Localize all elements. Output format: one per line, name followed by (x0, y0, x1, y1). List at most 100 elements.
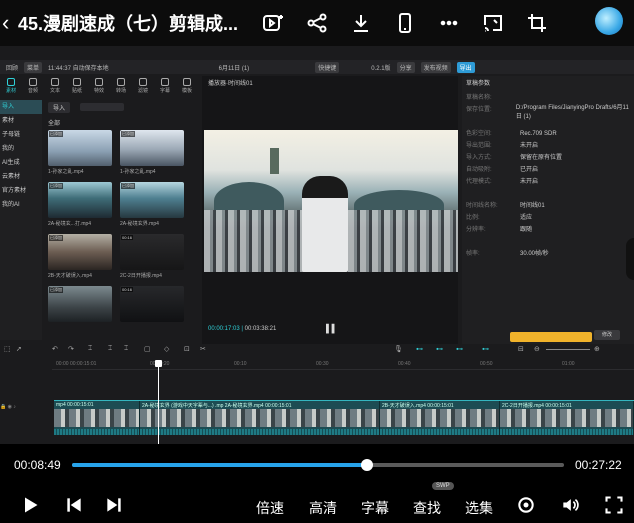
share-icon[interactable] (302, 8, 332, 38)
video-plus-icon[interactable] (258, 8, 288, 38)
zoom-in-icon[interactable]: ⊕ (594, 345, 600, 353)
tab-transitions[interactable]: 转场 (110, 76, 132, 96)
volume-icon[interactable] (560, 495, 580, 520)
split-right-icon[interactable]: ⌶ (124, 345, 128, 353)
player-controls: 倍速 高清 字幕 查找 SWP 选集 (0, 482, 634, 523)
autosave-status: 11:44:37 自动保存本地 (48, 65, 109, 72)
speed-button[interactable]: 倍速 (256, 498, 284, 518)
import-button[interactable]: 导入 (48, 101, 71, 113)
menu-item-publish[interactable]: 发布视频 (420, 61, 451, 73)
menu-item-menu[interactable]: 菜单 (24, 61, 43, 73)
fullscreen-icon[interactable] (604, 495, 624, 520)
sidenav-item-my-ai[interactable]: 我的AI (0, 198, 42, 212)
timeline-clip[interactable]: 2B-天才破误入.mp4 00:00:15:01 (380, 401, 500, 435)
menu-item-version: 0.2.1版 (371, 65, 391, 72)
timeline-toolbar: ⬚ ➚ ↶ ↷ ⌶ ⌶ ⌶ ▢ ◇ ⊡ ✂ 🎙 ⊷ ⊷ ⊷ ⊷ ⊟ ⊖ ⊕ (0, 344, 634, 356)
mic-icon[interactable]: 🎙 (394, 345, 403, 353)
media-clip[interactable]: 已添加 2B-天才破误入.mp4 (48, 234, 114, 282)
search-button[interactable]: 查找 (413, 498, 441, 518)
tab-text[interactable]: 文本 (44, 76, 66, 96)
menu-item-review[interactable]: 回顾 (6, 63, 18, 72)
media-clip[interactable]: 已添加 2A-秘境玄界.mp4 (120, 182, 186, 230)
target-icon[interactable] (516, 495, 536, 520)
tab-audio[interactable]: 音频 (22, 76, 44, 96)
side-scroll-handle[interactable] (626, 238, 634, 280)
next-icon[interactable] (104, 495, 124, 520)
marker-icon[interactable]: ◇ (164, 345, 169, 353)
subtitle-button[interactable]: 字幕 (361, 498, 389, 518)
tab-stickers[interactable]: 贴纸 (66, 76, 88, 96)
lock-icon[interactable]: 🔒 (0, 404, 6, 410)
media-clip[interactable]: 已添加 1-孙家之乱.mp4 (48, 130, 114, 178)
filter-all[interactable]: 全部 (48, 118, 198, 127)
episodes-button[interactable]: 选集 (465, 498, 493, 518)
video-editor-frame: 回顾 菜单 11:44:37 自动保存本地 6月11日 (1) 快捷键 0.2.… (0, 46, 634, 444)
redo-icon[interactable]: ↷ (68, 345, 74, 353)
sidenav-item-child-link[interactable]: 子母链 (0, 128, 42, 142)
preview-video[interactable] (204, 130, 458, 272)
play-icon[interactable] (20, 495, 40, 520)
snap-icon[interactable]: ⊷ (436, 345, 443, 353)
sidenav-item-mine[interactable]: 我的 (0, 142, 42, 156)
crop-icon[interactable] (522, 8, 552, 38)
split-icon[interactable]: ⌶ (88, 345, 92, 353)
clip-thumbnail: 00:16 (120, 234, 184, 270)
clip-name (48, 322, 114, 334)
download-icon[interactable] (346, 8, 376, 38)
avatar[interactable] (595, 7, 623, 35)
media-clip[interactable]: 00:16 (120, 286, 186, 334)
split-left-icon[interactable]: ⌶ (108, 345, 112, 353)
screen-cast-icon[interactable] (478, 8, 508, 38)
delete-icon[interactable]: ▢ (144, 345, 151, 353)
back-button[interactable]: ‹ (2, 10, 16, 36)
prop-row: 代理模式: 未开启 (466, 179, 539, 185)
zoom-out-icon[interactable]: ⊖ (534, 345, 540, 353)
link-icon[interactable]: ⊷ (416, 345, 423, 353)
progress-knob[interactable] (361, 459, 374, 471)
modify-button[interactable]: 修改 (594, 330, 620, 340)
zoom-fit-icon[interactable]: ⊟ (518, 345, 524, 353)
sidenav-item-cloud[interactable]: 云素材 (0, 170, 42, 184)
promo-banner[interactable] (510, 332, 592, 342)
timeline-ruler[interactable]: 00:00 00:00:15:01 00:00:20 00:10 00:30 0… (52, 358, 634, 370)
media-clip[interactable]: 已添加 1-孙家之乱.mp4 (120, 130, 186, 178)
preview-axis-icon[interactable]: ⊷ (456, 345, 463, 353)
media-search-input[interactable] (80, 103, 125, 111)
tab-templates[interactable]: 模板 (176, 76, 198, 96)
audio-link-icon[interactable]: ⊷ (482, 345, 489, 353)
media-clip[interactable]: 已添加 2A-秘境玄...打.mp4 (48, 182, 114, 230)
timeline-clip[interactable]: 2A-秘境玄界 (游戏中天字辈与...) .mp 2A-秘境玄界.mp4 00:… (140, 401, 380, 435)
clip-name: 2C-2日开播报.mp4 (120, 273, 162, 279)
freeze-icon[interactable]: ⊡ (184, 345, 190, 353)
player-play-icon[interactable]: ▌▌ (326, 324, 337, 333)
quality-button[interactable]: 高清 (309, 498, 337, 518)
undo-icon[interactable]: ↶ (52, 345, 58, 353)
sidenav-item-import[interactable]: 导入 (0, 100, 42, 114)
timeline-playhead[interactable] (155, 360, 162, 444)
export-button[interactable]: 导出 (456, 61, 475, 73)
zoom-slider[interactable] (546, 349, 590, 350)
mute-icon[interactable]: ♪ (13, 404, 16, 410)
timeline-clip[interactable]: mp4 00:00:15:01 (54, 401, 140, 435)
sidenav-item-media[interactable]: 素材 (0, 114, 42, 128)
tab-media[interactable]: 素材 (0, 76, 22, 96)
select-tool-icon[interactable]: ⬚ (4, 345, 11, 353)
more-icon[interactable] (434, 8, 464, 38)
video-track[interactable]: mp4 00:00:15:01 2A-秘境玄界 (游戏中天字辈与...) .mp… (54, 400, 634, 435)
sidenav-item-official[interactable]: 官方素材 (0, 184, 42, 198)
timeline-clip[interactable]: 2C-2日开播报.mp4 00:00:15:01 (500, 401, 634, 435)
media-clip[interactable]: 已添加 (48, 286, 114, 334)
phone-icon[interactable] (390, 8, 420, 38)
cursor-tool-icon[interactable]: ➚ (16, 345, 22, 353)
eye-icon[interactable]: ◉ (8, 404, 12, 410)
tab-effects[interactable]: 特效 (88, 76, 110, 96)
tab-filters[interactable]: 滤镜 (132, 76, 154, 96)
media-clip[interactable]: 00:16 2C-2日开播报.mp4 (120, 234, 186, 282)
menu-item-share[interactable]: 分享 (396, 61, 415, 73)
sidenav-item-ai-generate[interactable]: AI生成 (0, 156, 42, 170)
previous-icon[interactable] (64, 495, 84, 520)
crop-tool-icon[interactable]: ✂ (200, 345, 206, 353)
progress-bar[interactable] (72, 459, 564, 471)
tab-captions[interactable]: 字幕 (154, 76, 176, 96)
menu-item-shortcuts[interactable]: 快捷键 (315, 61, 340, 73)
